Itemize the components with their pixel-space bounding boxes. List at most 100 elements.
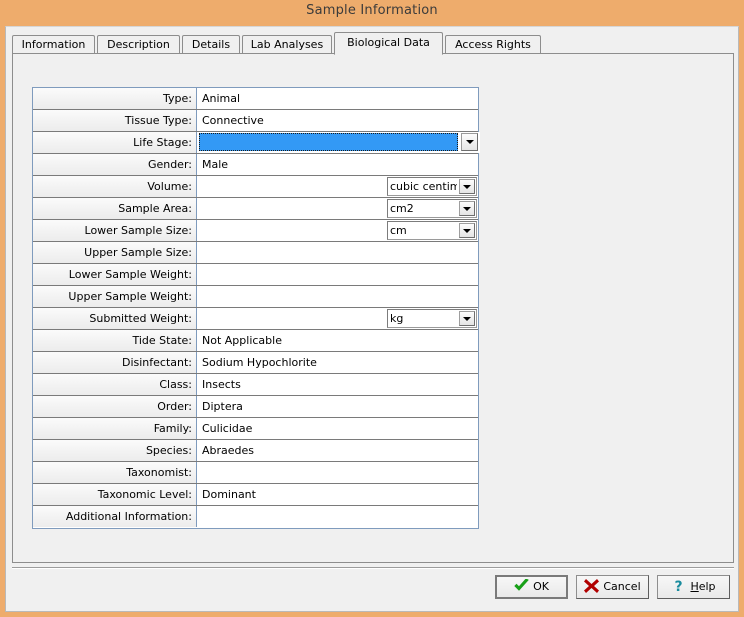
tab-bar: InformationDescriptionDetailsLab Analyse… [12,32,732,54]
form-row: Additional Information: [33,506,478,528]
question-icon: ? [671,579,686,593]
button-label: Cancel [603,576,640,598]
unit-dropdown-button[interactable] [459,179,475,194]
unit-selected-value: cubic centimet [390,178,457,195]
dialog-button-row: OK Cancel? Help [487,575,730,601]
unit-dropdown-button[interactable] [459,223,475,238]
field-value[interactable]: Dominant [198,484,478,505]
form-row: Upper Sample Weight: [33,286,478,308]
check-icon [514,579,529,593]
field-value[interactable]: Abraedes [198,440,478,461]
field-label: Gender: [33,154,197,175]
field-label: Family: [33,418,197,439]
form-row: Upper Sample Size: [33,242,478,264]
form-row: Lower Sample Size: cm [33,220,478,242]
help-button[interactable]: ? Help [657,575,730,599]
field-label: Upper Sample Size: [33,242,197,263]
chevron-down-icon [463,207,471,211]
window-client-area: InformationDescriptionDetailsLab Analyse… [5,26,739,612]
form-row: Tissue Type:Connective [33,110,478,132]
field-label: Taxonomist: [33,462,197,483]
field-label: Submitted Weight: [33,308,197,329]
field-value[interactable]: Not Applicable [198,330,478,351]
field-value[interactable]: Culicidae [198,418,478,439]
form-row: Taxonomist: [33,462,478,484]
field-value[interactable]: Animal [198,88,478,109]
unit-combobox[interactable]: kg [387,309,477,328]
biological-data-form: Type:AnimalTissue Type:ConnectiveLife St… [32,87,479,529]
field-value[interactable]: Insects [198,374,478,395]
form-row: Class:Insects [33,374,478,396]
form-row: Order:Diptera [33,396,478,418]
form-row: Type:Animal [33,88,478,110]
life-stage-combobox[interactable] [198,132,480,153]
unit-combobox[interactable]: cubic centimet [387,177,477,196]
footer-separator [12,567,734,569]
field-label: Upper Sample Weight: [33,286,197,307]
tab-description[interactable]: Description [97,35,180,54]
tab-access-rights[interactable]: Access Rights [445,35,541,54]
unit-combobox[interactable]: cm2 [387,199,477,218]
form-row: Species:Abraedes [33,440,478,462]
field-label: Tide State: [33,330,197,351]
field-value[interactable] [198,506,478,527]
field-value[interactable] [198,264,478,285]
tab-lab-analyses[interactable]: Lab Analyses [242,35,332,54]
field-label: Type: [33,88,197,109]
field-label: Disinfectant: [33,352,197,373]
form-row: Lower Sample Weight: [33,264,478,286]
form-row: Tide State:Not Applicable [33,330,478,352]
button-label: OK [533,577,549,597]
unit-selected-value: cm [390,222,457,239]
field-value[interactable] [198,242,478,263]
chevron-down-icon [463,185,471,189]
unit-combobox[interactable]: cm [387,221,477,240]
form-row: Disinfectant:Sodium Hypochlorite [33,352,478,374]
field-value[interactable]: Male [198,154,478,175]
window-title: Sample Information [0,3,744,18]
field-label: Order: [33,396,197,417]
field-label: Class: [33,374,197,395]
field-value[interactable]: Sodium Hypochlorite [198,352,478,373]
field-label: Tissue Type: [33,110,197,131]
form-row: Submitted Weight: kg [33,308,478,330]
field-value[interactable]: Connective [198,110,478,131]
sample-information-window: Sample Information InformationDescriptio… [0,0,744,617]
chevron-down-icon [463,317,471,321]
form-row: Volume: cubic centimet [33,176,478,198]
tab-details[interactable]: Details [182,35,240,54]
form-row: Sample Area: cm2 [33,198,478,220]
field-label: Species: [33,440,197,461]
unit-selected-value: kg [390,310,457,327]
life-stage-dropdown-button[interactable] [461,133,478,151]
chevron-down-icon [463,229,471,233]
tab-biological-data[interactable]: Biological Data [334,32,443,55]
button-label: Help [690,576,715,598]
unit-dropdown-button[interactable] [459,311,475,326]
field-label: Life Stage: [33,132,197,153]
svg-text:?: ? [675,579,683,593]
form-row: Family:Culicidae [33,418,478,440]
field-label: Sample Area: [33,198,197,219]
field-value[interactable] [198,286,478,307]
chevron-down-icon [466,140,474,144]
window-titlebar: Sample Information [0,0,744,25]
tab-page-biological-data: Type:AnimalTissue Type:ConnectiveLife St… [12,54,734,563]
unit-dropdown-button[interactable] [459,201,475,216]
form-row: Gender:Male [33,154,478,176]
ok-button[interactable]: OK [495,575,568,599]
field-label: Volume: [33,176,197,197]
x-icon [584,579,599,593]
unit-selected-value: cm2 [390,200,457,217]
field-label: Lower Sample Size: [33,220,197,241]
field-label: Taxonomic Level: [33,484,197,505]
form-row: Life Stage: [33,132,478,154]
field-label: Lower Sample Weight: [33,264,197,285]
field-value[interactable] [198,462,478,483]
life-stage-selected-value[interactable] [199,133,458,151]
cancel-button[interactable]: Cancel [576,575,649,599]
form-row: Taxonomic Level:Dominant [33,484,478,506]
tab-information[interactable]: Information [12,35,95,54]
field-value[interactable]: Diptera [198,396,478,417]
field-label: Additional Information: [33,506,197,527]
